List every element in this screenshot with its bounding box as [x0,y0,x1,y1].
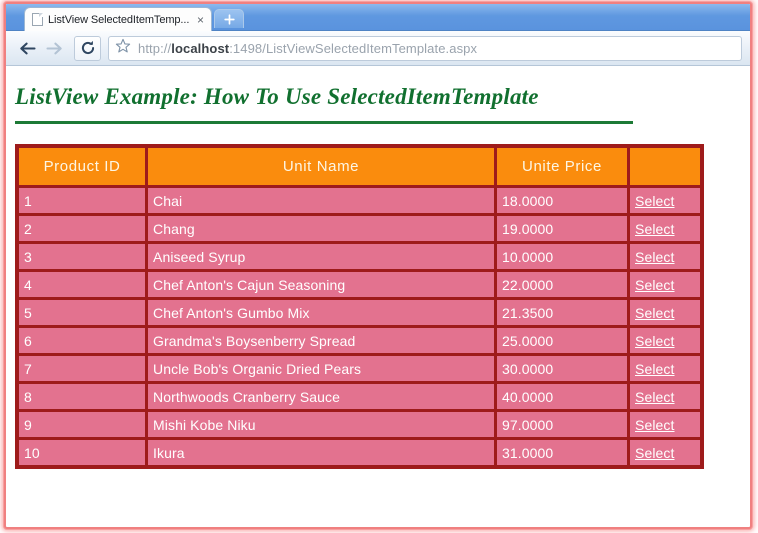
cell-select-action: Select [629,243,701,270]
cell-unit-price: 40.0000 [496,383,628,410]
cell-select-action: Select [629,355,701,382]
reload-icon [81,40,94,55]
cell-product-id: 3 [18,243,146,270]
bookmark-star-icon[interactable] [115,38,131,59]
cell-unit-price: 18.0000 [496,187,628,214]
browser-toolbar: http://localhost:1498/ListViewSelectedIt… [6,31,750,66]
cell-unit-name: Aniseed Syrup [147,243,495,270]
table-row: 3 Aniseed Syrup 10.0000 Select [18,243,701,270]
select-link[interactable]: Select [635,333,675,349]
cell-unit-name: Chef Anton's Gumbo Mix [147,299,495,326]
select-link[interactable]: Select [635,193,675,209]
select-link[interactable]: Select [635,249,675,265]
table-header-row: Product ID Unit Name Unite Price [18,147,701,186]
cell-unit-name: Uncle Bob's Organic Dried Pears [147,355,495,382]
cell-unit-price: 25.0000 [496,327,628,354]
column-header-product-id: Product ID [18,147,146,186]
table-row: 1 Chai 18.0000 Select [18,187,701,214]
cell-select-action: Select [629,439,701,466]
cell-product-id: 6 [18,327,146,354]
cell-unit-price: 10.0000 [496,243,628,270]
cell-unit-name: Mishi Kobe Niku [147,411,495,438]
table-row: 9 Mishi Kobe Niku 97.0000 Select [18,411,701,438]
back-button[interactable] [14,36,41,61]
select-link[interactable]: Select [635,389,675,405]
table-body: 1 Chai 18.0000 Select 2 Chang 19.0000 Select 3 An… [18,187,701,466]
page-title: ListView Example: How To Use SelectedIte… [15,84,539,109]
cell-unit-name: Chef Anton's Cajun Seasoning [147,271,495,298]
forward-arrow-icon [46,42,62,54]
table-row: 10 Ikura 31.0000 Select [18,439,701,466]
reload-button[interactable] [74,35,101,61]
cell-unit-price: 19.0000 [496,215,628,242]
cell-unit-price: 22.0000 [496,271,628,298]
cell-unit-name: Ikura [147,439,495,466]
cell-select-action: Select [629,299,701,326]
cell-unit-price: 31.0000 [496,439,628,466]
cell-unit-name: Northwoods Cranberry Sauce [147,383,495,410]
plus-icon [223,13,235,25]
cell-unit-price: 30.0000 [496,355,628,382]
cell-unit-name: Chang [147,215,495,242]
cell-product-id: 1 [18,187,146,214]
cell-select-action: Select [629,271,701,298]
cell-product-id: 8 [18,383,146,410]
column-header-unit-price: Unite Price [496,147,628,186]
table-row: 4 Chef Anton's Cajun Seasoning 22.0000 Sele… [18,271,701,298]
page-favicon-icon [32,13,43,26]
products-table: Product ID Unit Name Unite Price 1 Chai 18… [15,144,704,469]
cell-product-id: 7 [18,355,146,382]
column-header-actions [629,147,701,186]
table-row: 5 Chef Anton's Gumbo Mix 21.3500 Select [18,299,701,326]
browser-window: ListView SelectedItemTemp... × http://lo… [4,2,752,529]
select-link[interactable]: Select [635,361,675,377]
column-header-unit-name: Unit Name [147,147,495,186]
table-row: 2 Chang 19.0000 Select [18,215,701,242]
cell-product-id: 2 [18,215,146,242]
cell-select-action: Select [629,327,701,354]
table-row: 7 Uncle Bob's Organic Dried Pears 30.0000 S… [18,355,701,382]
select-link[interactable]: Select [635,277,675,293]
url-text: http://localhost:1498/ListViewSelectedIt… [138,40,478,56]
select-link[interactable]: Select [635,417,675,433]
cell-unit-price: 97.0000 [496,411,628,438]
screenshot-root: ListView SelectedItemTemp... × http://lo… [0,0,758,533]
cell-product-id: 9 [18,411,146,438]
cell-unit-name: Chai [147,187,495,214]
cell-select-action: Select [629,411,701,438]
browser-tab[interactable]: ListView SelectedItemTemp... × [24,7,212,31]
select-link[interactable]: Select [635,221,675,237]
cell-select-action: Select [629,383,701,410]
cell-product-id: 4 [18,271,146,298]
cell-product-id: 5 [18,299,146,326]
cell-product-id: 10 [18,439,146,466]
cell-select-action: Select [629,215,701,242]
back-arrow-icon [20,42,36,54]
table-row: 6 Grandma's Boysenberry Spread 25.0000 Sele… [18,327,701,354]
select-link[interactable]: Select [635,305,675,321]
new-tab-button[interactable] [214,9,244,28]
forward-button[interactable] [41,36,68,61]
tab-strip: ListView SelectedItemTemp... × [6,4,750,31]
cell-unit-price: 21.3500 [496,299,628,326]
address-bar[interactable]: http://localhost:1498/ListViewSelectedIt… [108,35,742,61]
tab-title: ListView SelectedItemTemp... [48,13,190,26]
close-icon[interactable]: × [194,14,207,26]
select-link[interactable]: Select [635,445,675,461]
page-content: ListView Example: How To Use SelectedIte… [6,66,750,525]
title-divider [15,121,633,124]
table-row: 8 Northwoods Cranberry Sauce 40.0000 Select [18,383,701,410]
cell-unit-name: Grandma's Boysenberry Spread [147,327,495,354]
cell-select-action: Select [629,187,701,214]
